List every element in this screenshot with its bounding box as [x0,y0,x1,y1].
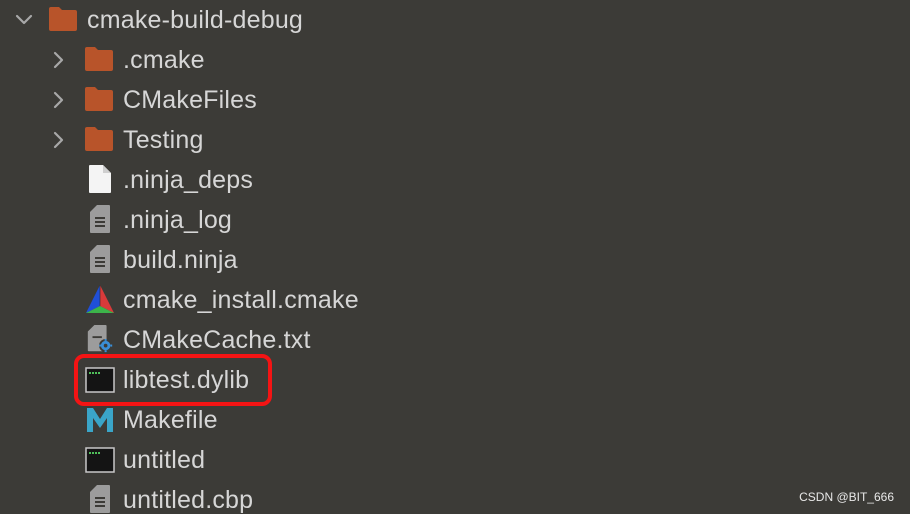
tree-item-label: CMakeCache.txt [123,326,311,354]
folder-icon [84,84,114,114]
executable-icon [85,445,115,475]
blank-file-icon [85,164,115,194]
folder-icon [84,124,114,154]
tree-item-makefile[interactable]: Makefile [0,400,910,440]
tree-item-ninja-log[interactable]: .ninja_log [0,200,910,240]
tree-item-testing-folder[interactable]: Testing [0,120,910,160]
tree-item-label: Makefile [123,406,218,434]
tree-item-label: cmake_install.cmake [123,286,359,314]
tree-item-label: build.ninja [123,246,238,274]
cmake-icon [85,284,115,314]
tree-item-label: libtest.dylib [123,366,250,394]
tree-item-cmakefiles-folder[interactable]: CMakeFiles [0,80,910,120]
tree-item-untitled[interactable]: untitled [0,440,910,480]
folder-icon [84,44,114,74]
tree-item-label: .ninja_log [123,206,233,234]
text-file-icon [85,204,115,234]
project-file-tree: cmake-build-debug .cmake CMakeFiles Test… [0,0,910,514]
chevron-down-icon[interactable] [13,9,35,31]
executable-icon [85,365,115,395]
tree-item-label: .ninja_deps [123,166,254,194]
tree-item-label: cmake-build-debug [87,6,304,34]
tree-item-label: untitled.cbp [123,486,254,514]
tree-item-label: untitled [123,446,206,474]
makefile-icon [85,405,115,435]
folder-icon [48,4,78,34]
tree-item-cmake-build-debug[interactable]: cmake-build-debug [0,0,910,40]
tree-item-cmakecache[interactable]: CMakeCache.txt [0,320,910,360]
config-file-icon [85,324,115,354]
tree-item-cmake-install[interactable]: cmake_install.cmake [0,280,910,320]
chevron-right-icon[interactable] [48,49,70,71]
tree-item-label: CMakeFiles [123,86,257,114]
text-file-icon [85,484,115,514]
chevron-right-icon[interactable] [48,89,70,111]
tree-item-untitled-cbp[interactable]: untitled.cbp [0,480,910,514]
tree-item-label: .cmake [123,46,205,74]
tree-item-libtest-dylib[interactable]: libtest.dylib [0,360,910,400]
tree-item-build-ninja[interactable]: build.ninja [0,240,910,280]
chevron-right-icon[interactable] [48,129,70,151]
tree-item-cmake-folder[interactable]: .cmake [0,40,910,80]
watermark: CSDN @BIT_666 [799,490,894,504]
tree-item-ninja-deps[interactable]: .ninja_deps [0,160,910,200]
text-file-icon [85,244,115,274]
tree-item-label: Testing [123,126,204,154]
